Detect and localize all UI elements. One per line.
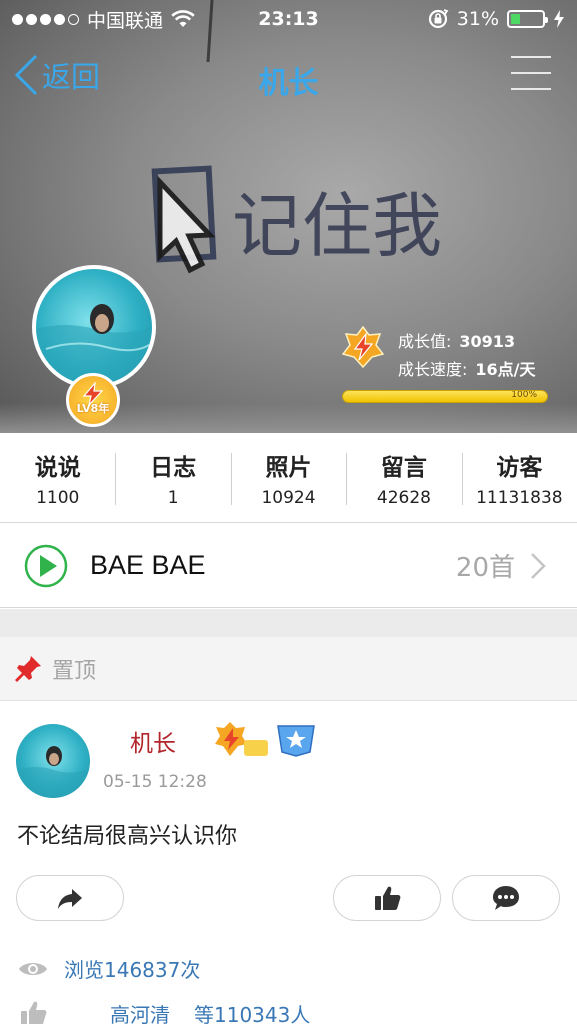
back-button[interactable]: 返回 (12, 54, 100, 96)
post-avatar-image (16, 746, 90, 798)
comment-icon (493, 886, 519, 910)
growth-speed: 16点/天 (475, 360, 536, 379)
cover-text: 记住我 (232, 185, 442, 267)
pinned-label: 置顶 (52, 658, 97, 684)
share-icon (58, 889, 82, 909)
stat-visitors[interactable]: 访客 11131838 (461, 433, 577, 522)
pinned-header: 置顶 (0, 637, 577, 701)
thumbs-up-icon (375, 886, 401, 910)
stats-bar: 说说 1100 日志 1 照片 10924 留言 42628 访客 111318… (0, 433, 577, 523)
play-icon[interactable] (24, 544, 68, 588)
eye-icon (19, 962, 47, 975)
likers-count[interactable]: 等110343人 (194, 999, 310, 1024)
battery-icon (507, 10, 548, 28)
comment-button[interactable] (452, 875, 560, 921)
stat-label: 说说 (34, 454, 81, 481)
feed-post: 机长 05-15 12:28 不论结局很高兴认识你 浏览146837次 高河清 … (0, 702, 577, 1024)
views-count: 浏览146837次 (64, 958, 201, 982)
status-bar: 中国联通 23:13 31% (0, 0, 577, 38)
stat-blog[interactable]: 日志 1 (115, 433, 230, 522)
level-badge-icon (215, 722, 268, 756)
menu-icon-line (511, 72, 551, 74)
song-count: 20首 (455, 553, 515, 583)
pin-icon (15, 655, 41, 682)
song-title: BAE BAE (90, 550, 206, 580)
post-content: 不论结局很高兴认识你 (17, 824, 238, 849)
navigation-bar: 返回 机长 (0, 46, 577, 104)
stat-label: 照片 (265, 454, 312, 481)
stat-value: 1 (167, 487, 179, 508)
growth-progress-bar: 100% (342, 390, 548, 403)
growth-progress-label: 100% (511, 390, 537, 400)
music-player-row[interactable]: BAE BAE 20首 (0, 524, 577, 608)
wifi-icon (171, 10, 195, 27)
menu-icon-line (511, 56, 551, 58)
post-author-avatar[interactable] (16, 724, 90, 798)
views-row: 浏览146837次 (18, 954, 200, 983)
post-author-name[interactable]: 机长 (130, 724, 176, 758)
vip-badge-icon (277, 725, 315, 757)
back-label: 返回 (42, 60, 101, 94)
battery-percent: 31% (456, 8, 499, 30)
stat-value: 10924 (261, 487, 316, 508)
avatar-image (36, 304, 152, 385)
profile-page: 记住我 中国联通 23:13 31% 返回 机长 LV8年 成长值: 30913… (0, 0, 577, 1024)
stat-label: 访客 (496, 454, 543, 481)
charging-icon (554, 10, 564, 28)
thumbs-up-small-icon (21, 1001, 47, 1024)
level-badge: LV8年 (66, 373, 120, 427)
avatar[interactable] (32, 265, 156, 389)
stat-label: 留言 (380, 454, 427, 481)
chevron-right-icon (531, 552, 546, 579)
stat-value: 11131838 (476, 487, 563, 508)
growth-speed-label: 成长速度: (398, 360, 468, 379)
chevron-left-icon (14, 54, 38, 96)
rotation-lock-icon (428, 9, 449, 29)
stat-value: 1100 (36, 487, 80, 508)
menu-button[interactable] (511, 56, 551, 90)
section-divider (0, 609, 577, 637)
carrier-name: 中国联通 (87, 9, 164, 32)
stat-label: 日志 (150, 454, 197, 481)
stat-value: 42628 (376, 487, 431, 508)
battery-level (511, 14, 521, 24)
growth-value-label: 成长值: (398, 332, 452, 351)
profile-avatar-block: LV8年 (32, 265, 156, 427)
likers-row: 高河清 等110343人 (18, 998, 310, 1024)
liker-name-link[interactable]: 高河清 (110, 999, 170, 1024)
lightning-icon (82, 382, 104, 406)
like-button[interactable] (333, 875, 441, 921)
share-button[interactable] (16, 875, 124, 921)
growth-value: 30913 (459, 332, 516, 351)
stat-photos[interactable]: 照片 10924 (230, 433, 346, 522)
stat-messages[interactable]: 留言 42628 (346, 433, 461, 522)
signal-icon (12, 13, 79, 25)
stat-shuoshuo[interactable]: 说说 1100 (0, 433, 115, 522)
menu-icon-line (511, 88, 551, 90)
growth-level-icon (342, 326, 384, 368)
post-timestamp: 05-15 12:28 (103, 772, 207, 792)
